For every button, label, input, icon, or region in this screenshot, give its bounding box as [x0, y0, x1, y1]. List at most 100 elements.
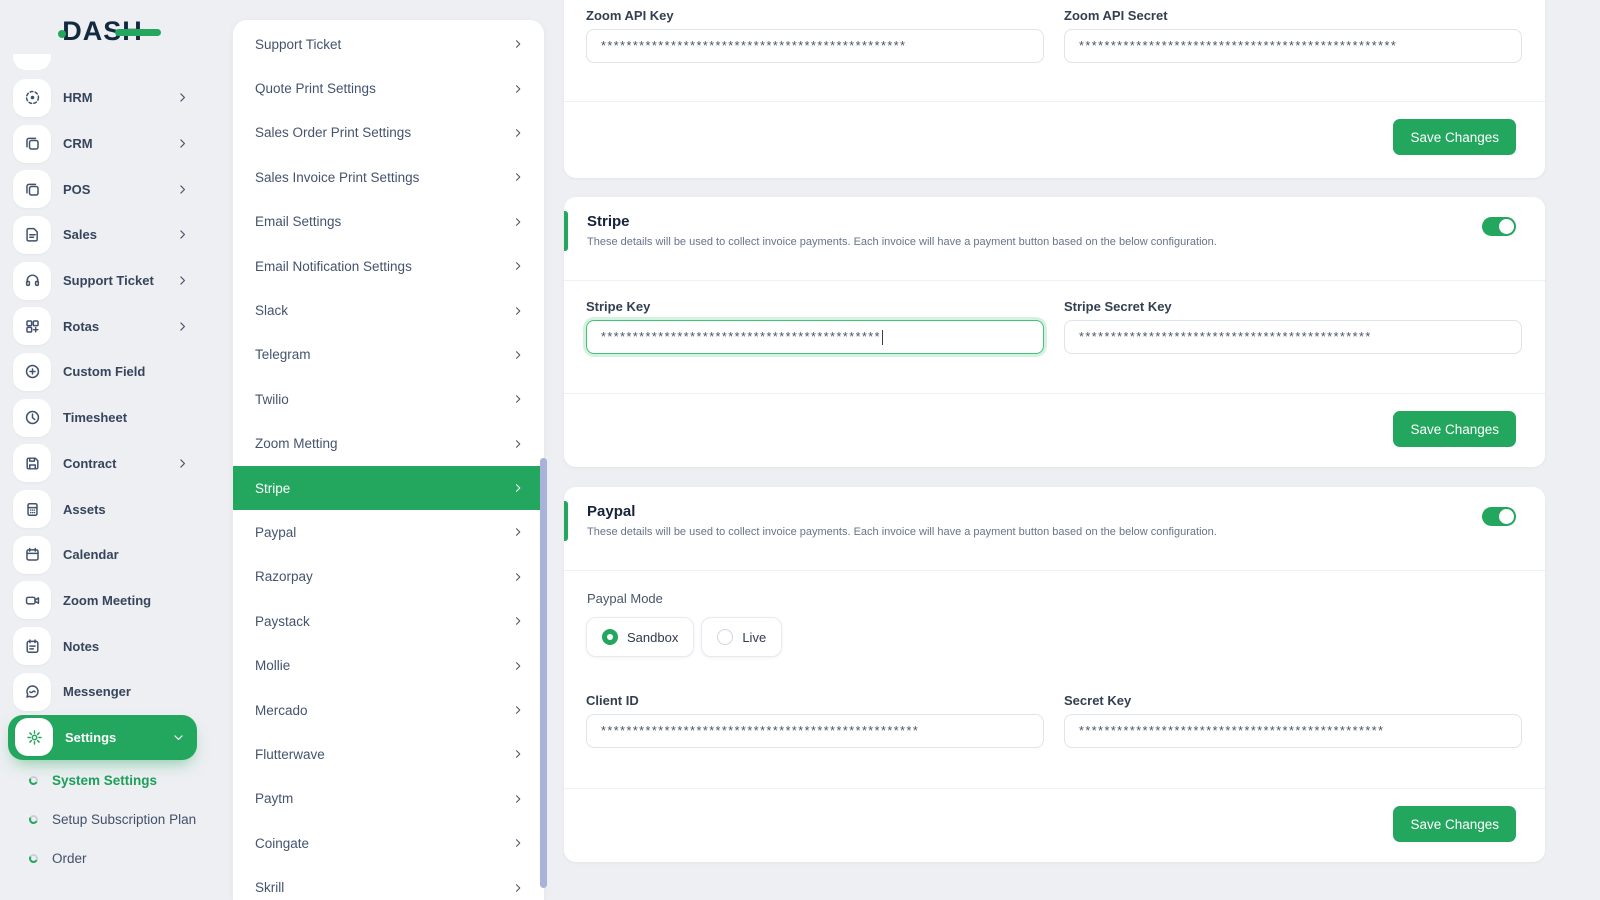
settings-menu-item-skrill[interactable]: Skrill [233, 865, 544, 900]
settings-menu-item-paypal[interactable]: Paypal [233, 510, 544, 554]
zoom-api-key-input[interactable]: ****************************************… [586, 29, 1044, 63]
sidebar-item-support-ticket[interactable]: Support Ticket [0, 258, 205, 304]
stripe-key-input[interactable]: ****************************************… [586, 320, 1044, 354]
sidebar-item-label: HRM [63, 90, 93, 106]
settings-menu-item-twilio[interactable]: Twilio [233, 377, 544, 421]
stripe-enabled-toggle[interactable] [1482, 217, 1516, 236]
settings-menu-item-label: Paypal [255, 524, 297, 540]
sidebar-item-custom-field[interactable]: Custom Field [0, 349, 205, 395]
settings-menu-item-coingate[interactable]: Coingate [233, 821, 544, 865]
subnav-item-system-settings[interactable]: System Settings [0, 761, 205, 800]
sidebar-item-rotas[interactable]: Rotas [0, 303, 205, 349]
settings-menu-item-stripe[interactable]: Stripe [233, 465, 544, 511]
subnav-item-setup-subscription-plan[interactable]: Setup Subscription Plan [0, 800, 205, 839]
settings-menu-item-razorpay[interactable]: Razorpay [233, 555, 544, 599]
settings-menu-item-telegram[interactable]: Telegram [233, 333, 544, 377]
chevron-right-icon [512, 171, 524, 183]
chevron-right-icon [512, 349, 524, 361]
chevron-right-icon [512, 748, 524, 760]
sidebar-item-timesheet[interactable]: Timesheet [0, 395, 205, 441]
paypal-enabled-toggle[interactable] [1482, 507, 1516, 526]
toggle-knob [1499, 219, 1514, 234]
sidebar-item-label: Assets [63, 501, 106, 517]
client-id-input[interactable]: ****************************************… [586, 714, 1044, 748]
settings-menu-item-sales-order-print-settings[interactable]: Sales Order Print Settings [233, 111, 544, 155]
bullet-icon [29, 776, 38, 785]
chevron-right-icon [512, 438, 524, 450]
settings-menu-item-email-settings[interactable]: Email Settings [233, 200, 544, 244]
settings-menu-item-paystack[interactable]: Paystack [233, 599, 544, 643]
stripe-secret-key-input[interactable]: ****************************************… [1064, 320, 1522, 354]
paypal-save-button[interactable]: Save Changes [1393, 806, 1516, 842]
sidebar-nav: HRM CRM POS Sales Support Ticket Rotas Custom … [0, 75, 205, 761]
sidebar-item-hrm[interactable]: HRM [0, 75, 205, 121]
settings-menu-item-mercado[interactable]: Mercado [233, 688, 544, 732]
client-id-label: Client ID [586, 693, 639, 708]
settings-menu-item-label: Mollie [255, 658, 291, 674]
chevron-right-icon [176, 137, 189, 150]
bullet-icon [29, 815, 38, 824]
settings-menu-item-email-notification-settings[interactable]: Email Notification Settings [233, 244, 544, 288]
zoom-meeting-icon [13, 581, 51, 620]
settings-menu-item-label: Email Settings [255, 214, 342, 230]
chevron-right-icon [176, 274, 189, 287]
settings-subnav: System Settings Setup Subscription Plan Or… [0, 761, 205, 878]
stripe-save-button[interactable]: Save Changes [1393, 411, 1516, 447]
settings-menu-item-label: Twilio [255, 391, 289, 407]
main-sidebar: DASH HRM CRM POS Sales Support Ticket Rotas Cu… [0, 0, 205, 900]
brand-logo[interactable]: DASH [0, 16, 205, 47]
settings-menu-item-paytm[interactable]: Paytm [233, 777, 544, 821]
pos-icon [13, 170, 51, 209]
settings-menu-item-label: Email Notification Settings [255, 258, 412, 274]
subnav-item-order[interactable]: Order [0, 839, 205, 878]
chevron-right-icon [512, 127, 524, 139]
sidebar-item-assets[interactable]: Assets [0, 486, 205, 532]
notes-icon [13, 627, 51, 666]
sidebar-item-label: Zoom Meeting [63, 592, 152, 608]
secret-key-label: Secret Key [1064, 693, 1132, 708]
settings-menu-item-zoom-metting[interactable]: Zoom Metting [233, 422, 544, 466]
settings-menu-panel: Support Ticket Quote Print Settings Sales … [233, 20, 544, 900]
sidebar-item-contract[interactable]: Contract [0, 441, 205, 487]
rotas-icon [13, 307, 51, 346]
settings-menu-item-sales-invoice-print-settings[interactable]: Sales Invoice Print Settings [233, 155, 544, 199]
chevron-right-icon [512, 83, 524, 95]
sales-icon [13, 215, 51, 254]
custom-field-icon [13, 352, 51, 391]
sidebar-item-label: Sales [63, 227, 97, 243]
zoom-api-secret-input[interactable]: ****************************************… [1064, 29, 1522, 63]
secret-key-input[interactable]: ****************************************… [1064, 714, 1522, 748]
radio-unselected-icon [717, 629, 734, 645]
chevron-right-icon [176, 91, 189, 104]
hrm-icon [13, 78, 51, 117]
timesheet-icon [13, 398, 51, 437]
divider [564, 280, 1545, 281]
zoom-api-key-label: Zoom API Key [586, 8, 674, 23]
settings-menu-item-support-ticket[interactable]: Support Ticket [233, 22, 544, 66]
sidebar-item-messenger[interactable]: Messenger [0, 669, 205, 715]
settings-menu-item-slack[interactable]: Slack [233, 288, 544, 332]
sidebar-item-crm[interactable]: CRM [0, 121, 205, 167]
settings-menu-item-quote-print-settings[interactable]: Quote Print Settings [233, 66, 544, 110]
subnav-item-label: Order [52, 851, 87, 866]
calendar-icon [13, 535, 51, 574]
sidebar-item-sales[interactable]: Sales [0, 212, 205, 258]
sidebar-item-settings[interactable]: Settings [8, 714, 197, 761]
sidebar-item-notes[interactable]: Notes [0, 623, 205, 669]
settings-menu-item-mollie[interactable]: Mollie [233, 643, 544, 687]
radio-selected-icon [602, 629, 618, 645]
divider [564, 570, 1545, 571]
submenu-scrollbar[interactable] [540, 458, 547, 888]
sidebar-item-zoom-meeting[interactable]: Zoom Meeting [0, 578, 205, 624]
settings-menu-item-label: Flutterwave [255, 746, 325, 762]
paypal-mode-live-option[interactable]: Live [701, 617, 783, 657]
sidebar-item-pos[interactable]: POS [0, 166, 205, 212]
chevron-right-icon [512, 704, 524, 716]
paypal-mode-sandbox-option[interactable]: Sandbox [586, 617, 695, 657]
sidebar-item-label: Calendar [63, 547, 119, 563]
settings-menu-item-flutterwave[interactable]: Flutterwave [233, 732, 544, 776]
settings-menu-item-label: Sales Order Print Settings [255, 125, 412, 141]
zoom-save-button[interactable]: Save Changes [1393, 119, 1516, 155]
settings-menu-item-label: Sales Invoice Print Settings [255, 169, 420, 185]
sidebar-item-calendar[interactable]: Calendar [0, 532, 205, 578]
